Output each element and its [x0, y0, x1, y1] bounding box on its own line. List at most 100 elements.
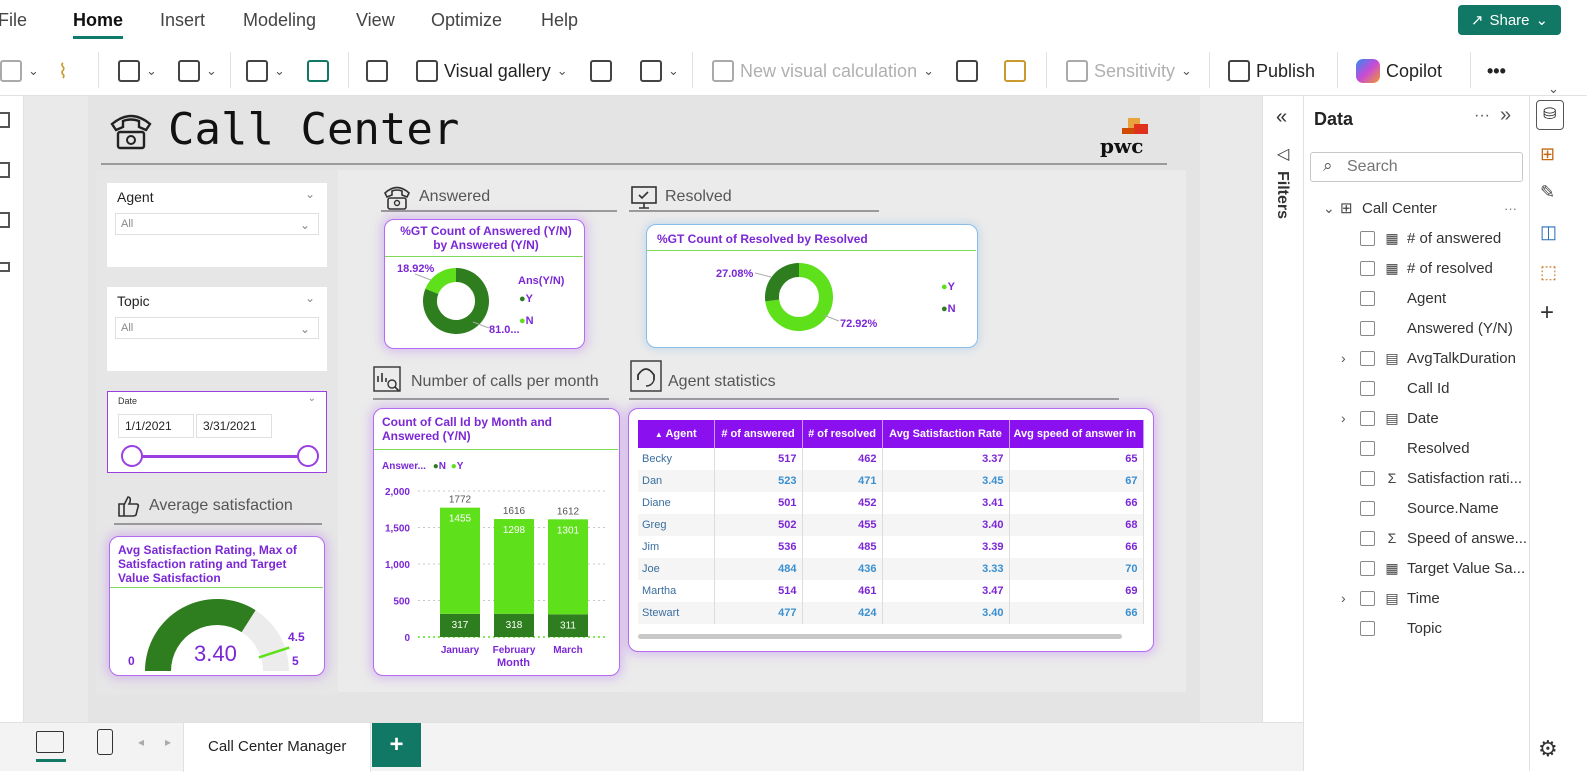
- page-tab-call-center-manager[interactable]: Call Center Manager: [183, 723, 371, 772]
- field-item[interactable]: Agent: [1304, 283, 1530, 313]
- paste-button[interactable]: ⌄: [0, 56, 39, 86]
- field-item[interactable]: Resolved: [1304, 433, 1530, 463]
- column-header-satisfaction[interactable]: Avg Satisfaction Rate: [882, 420, 1010, 448]
- field-checkbox[interactable]: [1360, 410, 1375, 426]
- search-field[interactable]: ⌕: [1310, 152, 1523, 182]
- legend-label[interactable]: N: [439, 461, 446, 472]
- more-visuals-button[interactable]: ⌄: [640, 56, 679, 86]
- chevron-down-icon[interactable]: ⌄: [1323, 200, 1335, 217]
- desktop-layout-icon[interactable]: [36, 731, 64, 753]
- table-row[interactable]: Jim 536 485 3.39 66: [638, 536, 1144, 558]
- add-pane-icon[interactable]: +: [1540, 299, 1554, 327]
- topic-dropdown[interactable]: All ⌄: [115, 317, 319, 339]
- collapse-pane-icon[interactable]: »: [1500, 104, 1511, 127]
- search-input[interactable]: [1347, 157, 1515, 177]
- mobile-layout-icon[interactable]: [97, 729, 113, 755]
- share-button[interactable]: ↗ Share ⌄: [1458, 5, 1561, 35]
- model-view-icon[interactable]: [0, 212, 10, 228]
- agent-dropdown[interactable]: All ⌄: [115, 213, 319, 235]
- field-checkbox[interactable]: [1360, 380, 1375, 396]
- filters-pane-collapsed[interactable]: « ◁ Filters: [1262, 96, 1303, 771]
- chevron-down-icon[interactable]: ⌄: [305, 291, 315, 305]
- selection-icon[interactable]: ⬚: [1540, 262, 1557, 283]
- transform-data-button[interactable]: ⌄: [246, 56, 285, 86]
- bookmarks-icon[interactable]: ◫: [1540, 222, 1557, 243]
- table-row[interactable]: Dan 523 471 3.45 67: [638, 470, 1144, 492]
- field-checkbox[interactable]: [1360, 590, 1375, 606]
- table-row[interactable]: Greg 502 455 3.40 68: [638, 514, 1144, 536]
- field-checkbox[interactable]: [1360, 440, 1375, 456]
- new-visual-button[interactable]: [366, 56, 388, 86]
- field-item[interactable]: Topic: [1304, 613, 1530, 643]
- field-checkbox[interactable]: [1360, 320, 1375, 336]
- date-end-handle[interactable]: [297, 445, 319, 467]
- field-checkbox[interactable]: [1360, 530, 1375, 546]
- next-page-icon[interactable]: ▸: [165, 735, 171, 749]
- settings-gear-icon[interactable]: ⚙: [1538, 736, 1558, 762]
- add-page-button[interactable]: +: [372, 723, 421, 767]
- donut-slice-n[interactable]: [425, 268, 457, 295]
- menu-insert[interactable]: Insert: [160, 10, 205, 31]
- chevron-down-icon[interactable]: ⌄: [305, 187, 315, 201]
- resolved-donut-visual[interactable]: %GT Count of Resolved by Resolved 27.08%…: [646, 224, 978, 348]
- field-checkbox[interactable]: [1360, 230, 1375, 246]
- field-item[interactable]: ▦ Target Value Sa...: [1304, 553, 1530, 583]
- field-item[interactable]: Source.Name: [1304, 493, 1530, 523]
- field-item[interactable]: Call Id: [1304, 373, 1530, 403]
- date-end-input[interactable]: 3/31/2021: [196, 414, 272, 438]
- field-item[interactable]: › ▤ Date: [1304, 403, 1530, 433]
- more-options-icon[interactable]: ···: [1504, 201, 1517, 216]
- table-row[interactable]: Martha 514 461 3.47 69: [638, 580, 1144, 602]
- data-pane-toggle[interactable]: ⛁: [1536, 100, 1564, 130]
- menu-optimize[interactable]: Optimize: [431, 10, 502, 31]
- column-header-speed[interactable]: Avg speed of answer in: [1009, 420, 1144, 448]
- field-checkbox[interactable]: [1360, 470, 1375, 486]
- field-item[interactable]: Σ Satisfaction rati...: [1304, 463, 1530, 493]
- dax-view-icon[interactable]: [0, 262, 10, 272]
- legend-item-n[interactable]: ●N: [519, 315, 534, 327]
- get-data-button[interactable]: ⌄: [118, 56, 157, 86]
- column-header-answered[interactable]: # of answered: [714, 420, 803, 448]
- copilot-button[interactable]: Copilot: [1356, 56, 1442, 86]
- table-row[interactable]: Diane 501 452 3.41 66: [638, 492, 1144, 514]
- field-item[interactable]: › ▤ AvgTalkDuration: [1304, 343, 1530, 373]
- donut-slice-n[interactable]: [765, 263, 800, 302]
- legend-item-n[interactable]: ●N: [941, 303, 956, 315]
- column-header-resolved[interactable]: # of resolved: [802, 420, 883, 448]
- field-item[interactable]: Answered (Y/N): [1304, 313, 1530, 343]
- menu-modeling[interactable]: Modeling: [243, 10, 316, 31]
- visual-gallery-button[interactable]: Visual gallery ⌄: [416, 56, 568, 86]
- table-row[interactable]: Stewart 477 424 3.40 66: [638, 602, 1144, 624]
- field-item[interactable]: › ▤ Time: [1304, 583, 1530, 613]
- chevron-right-icon[interactable]: ›: [1341, 410, 1346, 426]
- calls-bar-visual[interactable]: Count of Call Id by Month and Answered (…: [373, 408, 620, 676]
- quick-measure-button[interactable]: [1004, 56, 1026, 86]
- field-item[interactable]: ▦ # of answered: [1304, 223, 1530, 253]
- agent-slicer[interactable]: Agent ⌄ All ⌄: [107, 183, 327, 267]
- more-options-button[interactable]: •••: [1487, 56, 1506, 86]
- date-start-handle[interactable]: [121, 445, 143, 467]
- topic-slicer[interactable]: Topic ⌄ All ⌄: [107, 287, 327, 371]
- field-item[interactable]: Σ Speed of answe...: [1304, 523, 1530, 553]
- previous-page-icon[interactable]: ◂: [138, 735, 144, 749]
- publish-button[interactable]: Publish: [1228, 56, 1315, 86]
- legend-item-y[interactable]: ●Y: [941, 281, 955, 293]
- menu-help[interactable]: Help: [541, 10, 578, 31]
- gauge-visual[interactable]: Avg Satisfaction Rating, Max of Satisfac…: [109, 536, 325, 676]
- field-checkbox[interactable]: [1360, 290, 1375, 306]
- format-painter-button[interactable]: ⌇: [58, 56, 68, 86]
- date-slicer[interactable]: Date ⌄ 1/1/2021 3/31/2021: [107, 391, 327, 473]
- new-measure-button[interactable]: [956, 56, 978, 86]
- answered-donut-visual[interactable]: %GT Count of Answered (Y/N) by Answered …: [384, 219, 585, 349]
- chevron-right-icon[interactable]: ›: [1341, 350, 1346, 366]
- table-row[interactable]: Becky 517 462 3.37 65: [638, 448, 1144, 470]
- field-checkbox[interactable]: [1360, 260, 1375, 276]
- table-horizontal-scrollbar[interactable]: [638, 634, 1122, 639]
- field-checkbox[interactable]: [1360, 350, 1375, 366]
- build-visual-icon[interactable]: ⊞: [1540, 144, 1555, 165]
- refresh-button[interactable]: [307, 56, 329, 86]
- field-checkbox[interactable]: [1360, 500, 1375, 516]
- menu-file[interactable]: File: [0, 10, 27, 31]
- field-item[interactable]: ▦ # of resolved: [1304, 253, 1530, 283]
- table-row[interactable]: Joe 484 436 3.33 70: [638, 558, 1144, 580]
